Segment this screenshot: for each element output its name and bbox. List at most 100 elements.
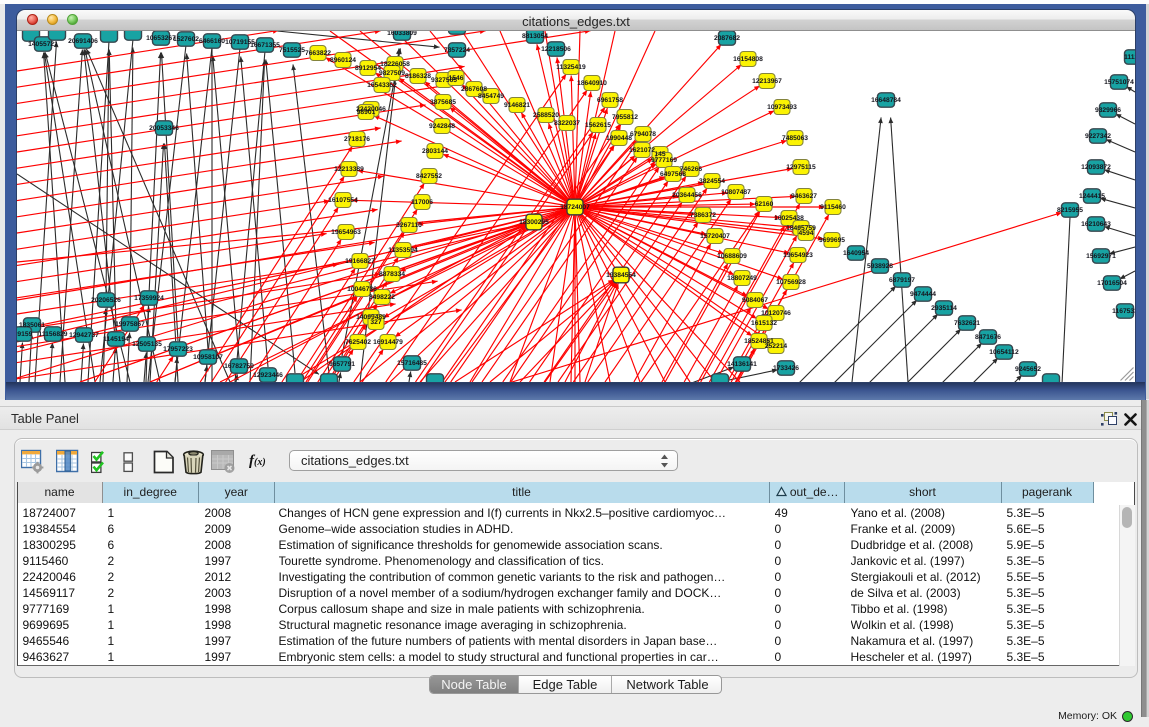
svg-text:39159: 39159 bbox=[17, 331, 33, 338]
svg-text:252214: 252214 bbox=[765, 343, 788, 350]
svg-text:62160: 62160 bbox=[755, 201, 774, 208]
svg-text:18640910: 18640910 bbox=[577, 80, 607, 87]
svg-text:1167533: 1167533 bbox=[1112, 308, 1135, 315]
svg-text:1990448: 1990448 bbox=[606, 135, 632, 142]
svg-text:7386372: 7386372 bbox=[690, 212, 716, 219]
svg-text:7515525: 7515525 bbox=[279, 47, 305, 54]
svg-text:8427552: 8427552 bbox=[416, 173, 442, 180]
svg-text:7632621: 7632621 bbox=[954, 320, 980, 327]
svg-text:11325419: 11325419 bbox=[556, 64, 586, 71]
svg-text:10654112: 10654112 bbox=[989, 349, 1019, 356]
svg-text:18724007: 18724007 bbox=[560, 204, 590, 211]
svg-text:12213967: 12213967 bbox=[752, 78, 782, 85]
svg-text:3824554: 3824554 bbox=[699, 178, 725, 185]
svg-text:7625402: 7625402 bbox=[345, 339, 371, 346]
svg-text:2087682: 2087682 bbox=[714, 35, 740, 42]
svg-text:8471676: 8471676 bbox=[975, 334, 1001, 341]
svg-text:20364456: 20364456 bbox=[672, 192, 702, 199]
svg-text:15692971: 15692971 bbox=[1086, 253, 1116, 260]
svg-text:12213389: 12213389 bbox=[334, 166, 364, 173]
svg-text:17957223: 17957223 bbox=[163, 346, 193, 353]
svg-text:1244415: 1244415 bbox=[1079, 193, 1105, 200]
svg-text:9146821: 9146821 bbox=[504, 102, 530, 109]
svg-text:17359924: 17359924 bbox=[134, 295, 164, 302]
svg-text:10653267: 10653267 bbox=[146, 35, 176, 42]
svg-text:16210643: 16210643 bbox=[1081, 221, 1111, 228]
svg-text:8878334: 8878334 bbox=[379, 271, 405, 278]
svg-text:1621072: 1621072 bbox=[629, 147, 655, 154]
svg-text:16648784: 16648784 bbox=[871, 97, 901, 104]
svg-text:16543362: 16543362 bbox=[367, 82, 397, 89]
svg-text:14055721: 14055721 bbox=[28, 41, 58, 48]
svg-text:16033809: 16033809 bbox=[387, 31, 417, 37]
svg-text:17016504: 17016504 bbox=[1097, 280, 1127, 287]
svg-text:1640954: 1640954 bbox=[843, 250, 869, 257]
svg-text:9245652: 9245652 bbox=[1015, 366, 1041, 373]
svg-text:1733426: 1733426 bbox=[773, 365, 799, 372]
svg-text:10756928: 10756928 bbox=[776, 279, 806, 286]
svg-text:7857224: 7857224 bbox=[444, 47, 470, 54]
svg-text:10807487: 10807487 bbox=[721, 189, 751, 196]
svg-text:19166827: 19166827 bbox=[345, 258, 375, 265]
svg-text:8186328: 8186328 bbox=[405, 73, 431, 80]
svg-text:11353594: 11353594 bbox=[388, 247, 418, 254]
svg-text:18226058: 18226058 bbox=[380, 61, 410, 68]
svg-text:9242848: 9242848 bbox=[429, 123, 455, 130]
svg-text:8960124: 8960124 bbox=[330, 57, 356, 64]
svg-text:6961758: 6961758 bbox=[597, 97, 623, 104]
svg-text:3498222: 3498222 bbox=[369, 294, 395, 301]
svg-text:15716485: 15716485 bbox=[397, 360, 427, 367]
svg-text:9227342: 9227342 bbox=[1085, 133, 1111, 140]
svg-text:18807249: 18807249 bbox=[727, 275, 757, 282]
svg-text:16671355: 16671355 bbox=[250, 42, 280, 49]
svg-text:8912954: 8912954 bbox=[355, 65, 381, 72]
svg-text:12505135: 12505135 bbox=[132, 341, 162, 348]
svg-text:9329966: 9329966 bbox=[1095, 107, 1121, 114]
svg-text:8454749: 8454749 bbox=[478, 93, 504, 100]
svg-text:2867608: 2867608 bbox=[461, 86, 487, 93]
svg-text:11125: 11125 bbox=[1124, 54, 1135, 61]
svg-text:2935114: 2935114 bbox=[931, 305, 957, 312]
svg-text:20206526: 20206526 bbox=[91, 297, 121, 304]
svg-text:10046736: 10046736 bbox=[347, 286, 377, 293]
svg-text:18300295: 18300295 bbox=[519, 219, 549, 226]
svg-text:16107554: 16107554 bbox=[328, 197, 358, 204]
svg-text:327: 327 bbox=[370, 319, 381, 326]
svg-text:15751074: 15751074 bbox=[1104, 79, 1134, 86]
svg-text:14136141: 14136141 bbox=[727, 361, 757, 368]
svg-text:9699695: 9699695 bbox=[819, 237, 845, 244]
svg-text:12923446: 12923446 bbox=[253, 372, 283, 379]
svg-text:10958107: 10958107 bbox=[193, 354, 223, 361]
svg-text:11156829: 11156829 bbox=[38, 331, 67, 338]
svg-text:8322037: 8322037 bbox=[554, 120, 580, 127]
svg-text:12942737: 12942737 bbox=[69, 332, 99, 339]
svg-text:3267110: 3267110 bbox=[396, 222, 422, 229]
svg-text:19654923: 19654923 bbox=[783, 252, 813, 259]
svg-text:6794078: 6794078 bbox=[630, 131, 656, 138]
svg-text:6497568: 6497568 bbox=[660, 171, 686, 178]
svg-text:1562615: 1562615 bbox=[585, 122, 611, 129]
svg-text:2803144: 2803144 bbox=[422, 148, 448, 155]
svg-text:6466160: 6466160 bbox=[199, 38, 225, 45]
svg-text:8215955: 8215955 bbox=[1057, 207, 1083, 214]
svg-text:9827509: 9827509 bbox=[379, 70, 405, 77]
svg-text:9474444: 9474444 bbox=[910, 291, 936, 298]
svg-text:6879197: 6879197 bbox=[889, 277, 915, 284]
svg-text:10120746: 10120746 bbox=[761, 310, 791, 317]
svg-text:15720407: 15720407 bbox=[700, 233, 730, 240]
svg-text:1527602: 1527602 bbox=[173, 36, 199, 43]
svg-text:10025438: 10025438 bbox=[774, 215, 804, 222]
svg-text:12975115: 12975115 bbox=[786, 164, 816, 171]
svg-text:10688609: 10688609 bbox=[717, 253, 747, 260]
svg-text:9115460: 9115460 bbox=[820, 204, 846, 211]
svg-text:3875685: 3875685 bbox=[430, 99, 456, 106]
svg-text:2588520: 2588520 bbox=[533, 112, 559, 119]
svg-text:9463627: 9463627 bbox=[791, 193, 817, 200]
svg-text:7955812: 7955812 bbox=[612, 114, 638, 121]
svg-text:5938928: 5938928 bbox=[867, 263, 893, 270]
svg-text:9084067: 9084067 bbox=[742, 297, 768, 304]
svg-text:8813054: 8813054 bbox=[522, 33, 548, 40]
svg-text:16782759: 16782759 bbox=[224, 363, 254, 370]
svg-text:9657791: 9657791 bbox=[329, 361, 355, 368]
svg-text:16914479: 16914479 bbox=[373, 339, 403, 346]
